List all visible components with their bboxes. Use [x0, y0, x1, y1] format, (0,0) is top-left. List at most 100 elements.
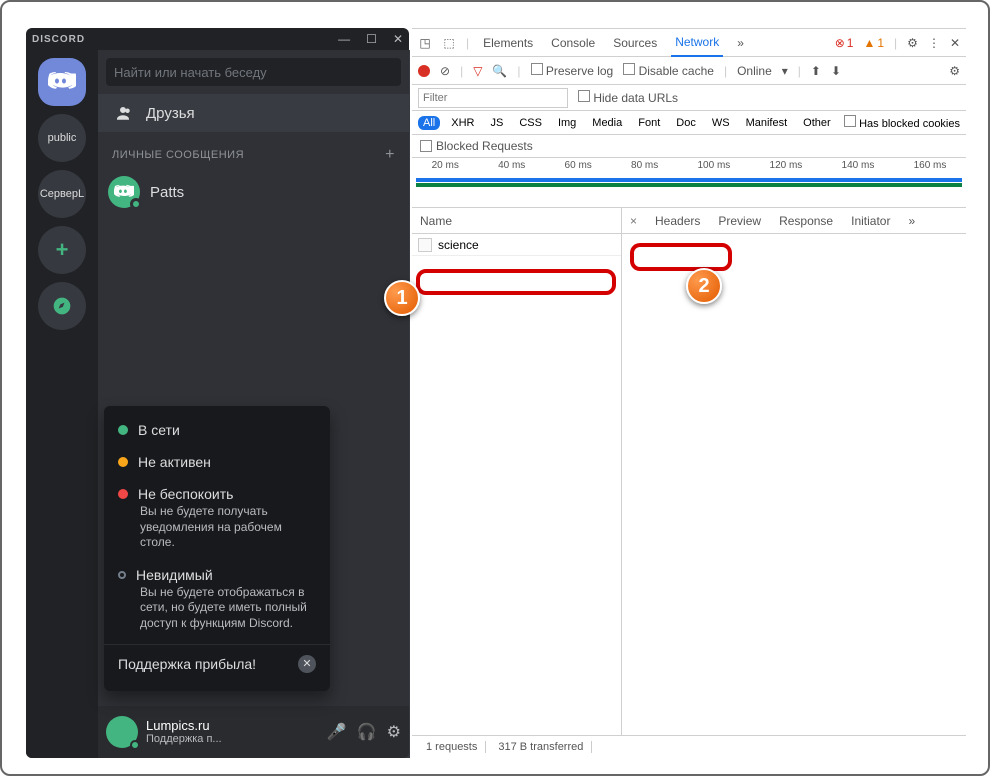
timeline-bar2: [416, 183, 962, 187]
filter-img[interactable]: Img: [553, 116, 581, 130]
maximize-icon[interactable]: ☐: [366, 32, 377, 46]
filter-css[interactable]: CSS: [514, 116, 547, 130]
tick: 20 ms: [432, 160, 459, 171]
gear-icon[interactable]: ⚙: [387, 722, 401, 742]
tab-initiator[interactable]: Initiator: [851, 214, 890, 228]
tabs-more-icon[interactable]: »: [733, 36, 748, 50]
explore-button[interactable]: [38, 282, 86, 330]
tab-headers[interactable]: Headers: [655, 214, 700, 228]
clear-status-icon[interactable]: ✕: [298, 655, 316, 673]
server-public[interactable]: public: [38, 114, 86, 162]
status-online[interactable]: В сети: [104, 414, 330, 446]
status-dnd[interactable]: Не беспокоить Вы не будете получать увед…: [104, 478, 330, 559]
clear-icon[interactable]: ⊘: [440, 64, 450, 78]
filter-media[interactable]: Media: [587, 116, 627, 130]
device-icon[interactable]: ⬚: [442, 36, 456, 50]
close-detail-icon[interactable]: ×: [630, 214, 637, 228]
status-idle[interactable]: Не активен: [104, 446, 330, 478]
close-icon[interactable]: ✕: [950, 36, 960, 50]
download-icon[interactable]: ⬇: [831, 64, 841, 78]
filter-font[interactable]: Font: [633, 116, 665, 130]
filter-js[interactable]: JS: [485, 116, 508, 130]
status-footer-label: Поддержка прибыла!: [118, 656, 256, 672]
filter-xhr[interactable]: XHR: [446, 116, 479, 130]
tabs-more-icon[interactable]: »: [908, 214, 915, 228]
blocked-req-label: Blocked Requests: [436, 139, 533, 153]
tab-console[interactable]: Console: [547, 36, 599, 50]
file-icon: [418, 238, 432, 252]
has-blocked-checkbox[interactable]: Has blocked cookies: [844, 115, 960, 130]
upload-icon[interactable]: ⬆: [811, 64, 821, 78]
gear-icon[interactable]: ⚙: [907, 36, 918, 50]
filter-doc[interactable]: Doc: [671, 116, 701, 130]
callout-2-label: 2: [698, 275, 709, 298]
friends-icon: [112, 104, 134, 122]
server-column: public СерверL +: [26, 50, 98, 758]
tick: 160 ms: [914, 160, 947, 171]
inspect-icon[interactable]: ◳: [418, 36, 432, 50]
user-avatar[interactable]: [106, 716, 138, 748]
record-icon[interactable]: [418, 65, 430, 77]
search-input[interactable]: Найти или начать беседу: [106, 58, 401, 86]
add-server-button[interactable]: +: [38, 226, 86, 274]
compass-icon: [52, 296, 72, 316]
timeline-ticks: 20 ms 40 ms 60 ms 80 ms 100 ms 120 ms 14…: [412, 158, 966, 171]
preserve-log-checkbox[interactable]: Preserve log: [531, 63, 614, 78]
tab-sources[interactable]: Sources: [609, 36, 661, 50]
chevron-down-icon[interactable]: ▾: [782, 64, 788, 78]
close-icon[interactable]: ✕: [393, 32, 403, 46]
search-icon[interactable]: 🔍: [492, 64, 507, 78]
status-invisible[interactable]: Невидимый Вы не будете отображаться в се…: [104, 559, 330, 640]
filter-manifest[interactable]: Manifest: [741, 116, 793, 130]
user-name: Lumpics.ru: [146, 719, 319, 733]
status-custom[interactable]: Поддержка прибыла! ✕: [104, 644, 330, 683]
filter-icon[interactable]: ▽: [473, 64, 482, 78]
tab-preview[interactable]: Preview: [718, 214, 761, 228]
filter-input[interactable]: [418, 88, 568, 108]
transferred: 317 B transferred: [490, 741, 592, 753]
disable-cache-checkbox[interactable]: Disable cache: [623, 63, 714, 78]
minimize-icon[interactable]: —: [338, 32, 350, 46]
dm-contact[interactable]: Patts: [98, 170, 409, 214]
blocked-requests-checkbox[interactable]: Blocked Requests: [412, 135, 966, 158]
request-row[interactable]: science: [412, 234, 621, 256]
gear-icon[interactable]: ⚙: [949, 64, 960, 78]
request-list-pane: Name science: [412, 208, 622, 735]
devtools-tabs: ◳ ⬚ | Elements Console Sources Network »…: [412, 29, 966, 57]
add-dm-icon[interactable]: +: [385, 146, 395, 164]
filter-all[interactable]: All: [418, 116, 440, 130]
home-button[interactable]: [38, 58, 86, 106]
timeline[interactable]: 20 ms 40 ms 60 ms 80 ms 100 ms 120 ms 14…: [412, 158, 966, 208]
warning-count: 1: [877, 36, 884, 50]
friends-tab[interactable]: Друзья: [98, 94, 409, 132]
devtools-panel: ◳ ⬚ | Elements Console Sources Network »…: [412, 28, 966, 758]
warning-badge[interactable]: ▲1: [863, 36, 884, 50]
discord-window: DISCORD — ☐ ✕ public СерверL + Найти или…: [26, 28, 409, 758]
user-info: Lumpics.ru Поддержка п...: [146, 719, 319, 745]
mic-icon[interactable]: 🎤: [327, 722, 347, 742]
tick: 80 ms: [631, 160, 658, 171]
tab-network[interactable]: Network: [671, 29, 723, 57]
error-badge[interactable]: ⊗1: [835, 36, 854, 50]
filter-ws[interactable]: WS: [707, 116, 735, 130]
disable-cache-label: Disable cache: [639, 64, 714, 78]
idle-dot-icon: [118, 457, 128, 467]
dm-contact-name: Patts: [150, 184, 184, 201]
dnd-dot-icon: [118, 489, 128, 499]
tick: 60 ms: [565, 160, 592, 171]
throttle-select[interactable]: Online: [737, 64, 772, 78]
online-dot-icon: [118, 425, 128, 435]
server-l[interactable]: СерверL: [38, 170, 86, 218]
tab-elements[interactable]: Elements: [479, 36, 537, 50]
timeline-bar: [416, 178, 962, 182]
friends-label: Друзья: [146, 105, 195, 122]
filter-other[interactable]: Other: [798, 116, 836, 130]
has-blocked-label: Has blocked cookies: [859, 118, 960, 130]
status-dot-icon: [130, 198, 142, 210]
tab-response[interactable]: Response: [779, 214, 833, 228]
name-column-header[interactable]: Name: [412, 208, 621, 234]
hide-data-urls-checkbox[interactable]: Hide data URLs: [578, 90, 678, 105]
menu-icon[interactable]: ⋮: [928, 36, 940, 50]
headphones-icon[interactable]: 🎧: [357, 722, 377, 742]
callout-2: 2: [686, 268, 722, 304]
